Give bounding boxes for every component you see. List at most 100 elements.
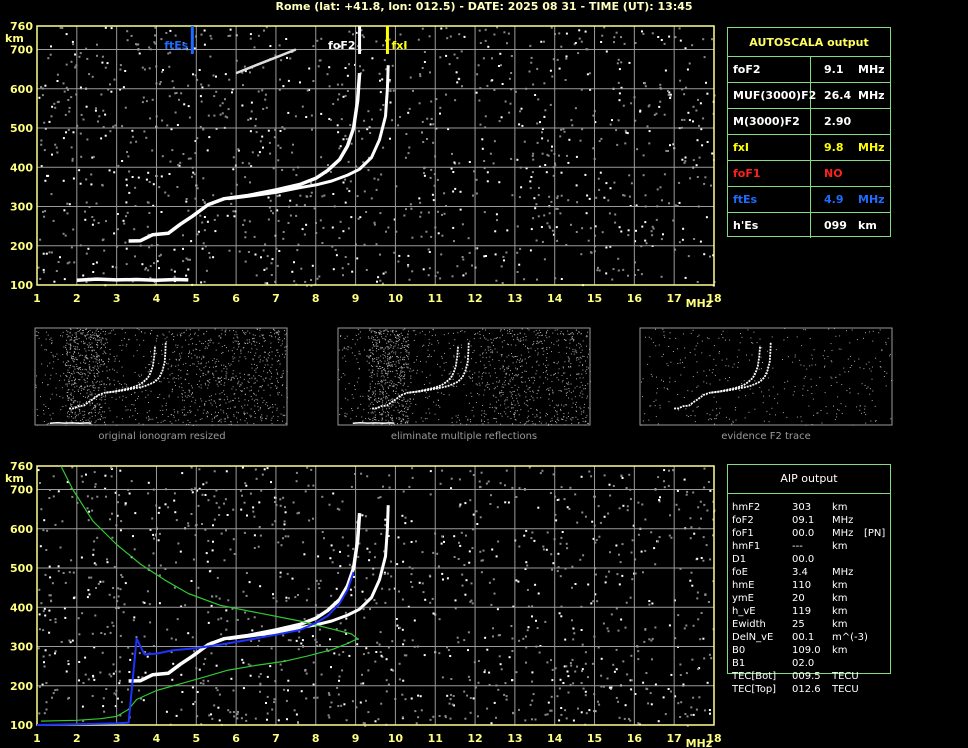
aip-row-fof2: foF2 09.1 MHz <box>728 514 968 527</box>
y-tick-label: 300 <box>10 641 33 654</box>
aip-unit: TECU <box>832 684 859 695</box>
aip-value: 109.0 <box>792 645 821 656</box>
aip-row-b0: B0 109.0 km <box>728 644 968 657</box>
x-tick-label: 15 <box>587 292 602 305</box>
aip-extra: [PN] <box>864 528 886 539</box>
x-tick-label: 17 <box>667 732 682 745</box>
x-tick-label: 11 <box>428 732 443 745</box>
aip-label: TEC[Bot] <box>732 671 777 682</box>
y-axis-label: km <box>5 32 24 45</box>
autoscala-value: 4.9 <box>824 193 844 206</box>
thumbnail-strip <box>34 327 893 426</box>
aip-label: B0 <box>732 645 746 656</box>
autoscala-row-hes: h'Es 099 km <box>728 212 890 238</box>
thumbnail-1 <box>34 327 288 426</box>
aip-title: AIP output <box>728 465 890 494</box>
x-tick-label: 2 <box>73 292 81 305</box>
autoscala-label: ftEs <box>733 193 758 206</box>
header-title: Rome (lat: +41.8, lon: 012.5) - DATE: 20… <box>275 0 693 13</box>
aip-unit: km <box>832 619 848 630</box>
aip-value: --- <box>792 541 803 552</box>
aip-label: hmF1 <box>732 541 761 552</box>
marker-label-foF2: foF2 <box>328 39 356 52</box>
y-tick-label: 700 <box>10 44 33 57</box>
y-tick-label: 500 <box>10 122 33 135</box>
aip-label: Ewidth <box>732 619 766 630</box>
x-tick-label: 13 <box>507 732 522 745</box>
aip-unit: km <box>832 502 848 513</box>
aip-value: 012.6 <box>792 684 821 695</box>
aip-unit: MHz <box>832 515 854 526</box>
noise-dots <box>37 26 716 287</box>
autoscala-column-divider <box>810 161 811 186</box>
x-tick-label: 1 <box>33 292 41 305</box>
x-tick-label: 12 <box>467 732 482 745</box>
aip-unit: km <box>832 606 848 617</box>
aip-value: 25 <box>792 619 805 630</box>
aip-row-tecbot: TEC[Bot] 009.5 TECU <box>728 670 968 683</box>
x-tick-label: 9 <box>352 292 360 305</box>
aip-row-ewidth: Ewidth 25 km <box>728 618 968 631</box>
autoscala-column-divider <box>810 57 811 82</box>
autoscala-column-divider <box>810 109 811 134</box>
y-tick-label: 400 <box>10 161 33 174</box>
aip-label: TEC[Top] <box>732 684 777 695</box>
y-tick-label: 700 <box>10 484 33 497</box>
aip-value: 3.4 <box>792 567 808 578</box>
autoscala-label: foF2 <box>733 63 761 76</box>
x-tick-label: 11 <box>428 292 443 305</box>
x-tick-label: 3 <box>113 292 121 305</box>
ionogram-chart-top: 1 2 3 4 5 6 7 8 9 10 11 12 13 14 15 16 17 18MHz1002003004… <box>5 20 722 310</box>
autoscala-row-m3000f2: M(3000)F2 2.90 <box>728 108 890 134</box>
aip-row-hve: h_vE 119 km <box>728 605 968 618</box>
autoscala-value: 9.1 <box>824 63 844 76</box>
aip-unit: TECU <box>832 671 859 682</box>
grid-lines <box>36 25 715 286</box>
x-tick-label: 16 <box>627 292 643 305</box>
x-tick-label: 7 <box>272 292 280 305</box>
aip-label: ymE <box>732 593 754 604</box>
thumbnail-caption-evidence: evidence F2 trace <box>721 431 811 442</box>
y-tick-label: 600 <box>10 523 33 536</box>
aip-row-delnve: DelN_vE 00.1 m^(-3) <box>728 631 968 644</box>
y-tick-label: 200 <box>10 240 33 253</box>
thumbnail-caption-original: original ionogram resized <box>98 431 226 442</box>
x-axis-label: MHz <box>686 737 713 748</box>
y-tick-label: 200 <box>10 680 33 693</box>
autoscala-label: foF1 <box>733 167 761 180</box>
aip-row-yme: ymE 20 km <box>728 592 968 605</box>
aip-row-hmf1: hmF1 --- km <box>728 540 968 553</box>
y-tick-label: 300 <box>10 201 33 214</box>
series-line-4 <box>235 48 297 75</box>
aip-row-tectop: TEC[Top] 012.6 TECU <box>728 683 968 696</box>
x-tick-label: 14 <box>547 292 563 305</box>
y-tick-label: 400 <box>10 601 33 614</box>
autoscala-column-divider <box>810 135 811 160</box>
x-tick-label: 6 <box>232 732 240 745</box>
autoscala-value: 2.90 <box>824 115 852 128</box>
aip-value: 00.0 <box>792 528 815 539</box>
aip-value: 09.1 <box>792 515 815 526</box>
autoscala-label: MUF(3000)F2 <box>733 89 817 102</box>
x-tick-label: 14 <box>547 732 563 745</box>
x-tick-label: 15 <box>587 732 602 745</box>
ionogram-chart-bottom: 1 2 3 4 5 6 7 8 9 10 11 12 13 14 15 16 17 18MHz1002003004… <box>5 460 722 748</box>
autoscala-value: 9.8 <box>824 141 844 154</box>
aip-value: 110 <box>792 580 812 591</box>
series-line-2 <box>228 65 390 201</box>
autoscala-value: 099 <box>824 219 847 232</box>
x-tick-label: 4 <box>153 292 161 305</box>
autoscala-row-fxi: fxI 9.8 MHz <box>728 134 890 160</box>
autoscala-row-ftes: ftEs 4.9 MHz <box>728 186 890 212</box>
autoscala-value: NO <box>824 167 843 180</box>
autoscala-row-muf3000f2: MUF(3000)F2 26.4 MHz <box>728 82 890 108</box>
aip-label: h_vE <box>732 606 756 617</box>
series-line-3 <box>40 465 359 722</box>
aip-label: foE <box>732 567 748 578</box>
x-tick-label: 7 <box>272 732 280 745</box>
autoscala-unit: MHz <box>858 63 885 76</box>
aip-value: 009.5 <box>792 671 821 682</box>
autoscala-row-fof1: foF1 NO <box>728 160 890 186</box>
x-tick-label: 12 <box>467 292 482 305</box>
x-tick-label: 10 <box>388 732 404 745</box>
